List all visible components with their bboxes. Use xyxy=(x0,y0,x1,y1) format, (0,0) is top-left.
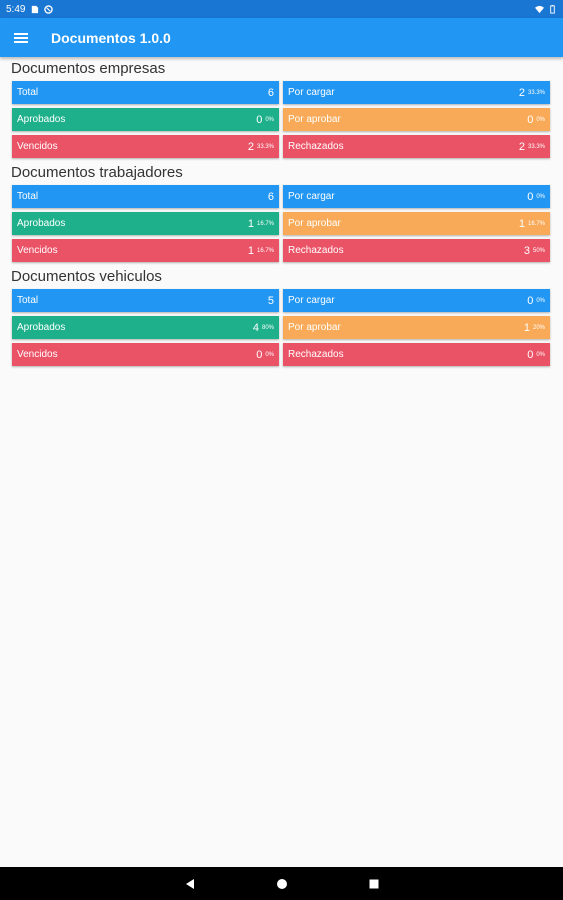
stat-percent: 33.3% xyxy=(527,143,545,150)
system-nav-bar xyxy=(0,867,563,900)
stat-count: 0 xyxy=(527,190,534,203)
section-vehiculos: Documentos vehiculos Total 5 Por cargar 0 0… xyxy=(0,265,563,366)
app-title: Documentos 1.0.0 xyxy=(51,29,171,46)
stat-percent: 0% xyxy=(265,351,274,358)
stat-count: 0 xyxy=(256,348,263,361)
stat-rechazados[interactable]: Rechazados 2 33.3% xyxy=(283,135,550,158)
nav-recents-button[interactable] xyxy=(367,877,381,891)
stat-vencidos[interactable]: Vencidos 2 33.3% xyxy=(12,135,279,158)
stat-rechazados[interactable]: Rechazados 3 50% xyxy=(283,239,550,262)
stat-percent: 0% xyxy=(536,116,545,123)
stat-total[interactable]: Total 6 xyxy=(12,185,279,208)
stat-label: Vencidos xyxy=(17,349,58,360)
stat-count: 1 xyxy=(523,321,530,334)
stat-por-aprobar[interactable]: Por aprobar 1 20% xyxy=(283,316,550,339)
stat-label: Total xyxy=(17,295,39,306)
stat-label: Aprobados xyxy=(17,218,66,229)
stat-label: Vencidos xyxy=(17,141,58,152)
stat-rechazados[interactable]: Rechazados 0 0% xyxy=(283,343,550,366)
section-empresas: Documentos empresas Total 6 Por cargar 2 33… xyxy=(0,57,563,158)
stat-count: 3 xyxy=(523,244,530,257)
status-time: 5:49 xyxy=(6,3,26,15)
stat-percent: 0% xyxy=(536,297,545,304)
stat-percent: 0% xyxy=(536,351,545,358)
stat-percent: 0% xyxy=(536,193,545,200)
stat-label: Rechazados xyxy=(288,141,344,152)
notification-icon xyxy=(44,4,54,14)
stat-vencidos[interactable]: Vencidos 1 16.7% xyxy=(12,239,279,262)
stat-por-cargar[interactable]: Por cargar 0 0% xyxy=(283,289,550,312)
sd-card-icon xyxy=(32,5,39,13)
recents-square-icon xyxy=(369,879,378,888)
back-triangle-icon xyxy=(185,878,194,889)
home-circle-icon xyxy=(276,878,287,889)
stat-por-cargar[interactable]: Por cargar 0 0% xyxy=(283,185,550,208)
stat-count: 0 xyxy=(527,113,534,126)
stat-percent: 0% xyxy=(265,116,274,123)
section-title: Documentos trabajadores xyxy=(11,164,183,181)
stat-label: Aprobados xyxy=(17,322,66,333)
menu-icon xyxy=(14,32,28,43)
menu-button[interactable] xyxy=(1,18,41,57)
stat-count: 4 xyxy=(252,321,259,334)
main-content: Documentos empresas Total 6 Por cargar 2 33… xyxy=(0,57,563,366)
stat-percent: 33.3% xyxy=(256,143,274,150)
stat-aprobados[interactable]: Aprobados 0 0% xyxy=(12,108,279,131)
stat-aprobados[interactable]: Aprobados 4 80% xyxy=(12,316,279,339)
stat-count: 2 xyxy=(518,86,525,99)
stat-por-cargar[interactable]: Por cargar 2 33.3% xyxy=(283,81,550,104)
stat-count: 2 xyxy=(247,140,254,153)
status-bar: 5:49 xyxy=(0,0,563,18)
stat-count: 1 xyxy=(247,217,254,230)
stat-label: Total xyxy=(17,191,39,202)
stat-percent: 80% xyxy=(261,324,274,331)
stat-percent: 20% xyxy=(532,324,545,331)
nav-back-button[interactable] xyxy=(183,877,197,891)
stat-vencidos[interactable]: Vencidos 0 0% xyxy=(12,343,279,366)
stat-percent: 16.7% xyxy=(256,247,274,254)
wifi-icon xyxy=(535,5,544,13)
stat-label: Por aprobar xyxy=(288,322,341,333)
stat-count: 0 xyxy=(527,348,534,361)
stat-percent: 16.7% xyxy=(256,220,274,227)
battery-icon xyxy=(550,4,555,14)
section-trabajadores: Documentos trabajadores Total 6 Por carga… xyxy=(0,161,563,262)
stat-por-aprobar[interactable]: Por aprobar 1 16.7% xyxy=(283,212,550,235)
app-bar: Documentos 1.0.0 xyxy=(0,18,563,57)
stat-label: Por cargar xyxy=(288,295,335,306)
stats-grid: Total 5 Por cargar 0 0% Aprobados 4 80% Por a… xyxy=(12,289,551,366)
stat-count: 6 xyxy=(267,86,274,99)
stat-label: Aprobados xyxy=(17,114,66,125)
section-title: Documentos vehiculos xyxy=(11,268,162,285)
stat-total[interactable]: Total 5 xyxy=(12,289,279,312)
stat-por-aprobar[interactable]: Por aprobar 0 0% xyxy=(283,108,550,131)
stat-label: Total xyxy=(17,87,39,98)
stats-grid: Total 6 Por cargar 0 0% Aprobados 1 16.7% Por… xyxy=(12,185,551,262)
stat-aprobados[interactable]: Aprobados 1 16.7% xyxy=(12,212,279,235)
stat-label: Por aprobar xyxy=(288,218,341,229)
section-title: Documentos empresas xyxy=(11,60,166,77)
stat-count: 5 xyxy=(267,294,274,307)
stat-percent: 50% xyxy=(532,247,545,254)
stat-label: Por aprobar xyxy=(288,114,341,125)
stat-percent: 16.7% xyxy=(527,220,545,227)
stat-label: Rechazados xyxy=(288,349,344,360)
stat-label: Vencidos xyxy=(17,245,58,256)
stat-count: 1 xyxy=(247,244,254,257)
stat-count: 6 xyxy=(267,190,274,203)
stat-total[interactable]: Total 6 xyxy=(12,81,279,104)
stat-label: Rechazados xyxy=(288,245,344,256)
stat-label: Por cargar xyxy=(288,191,335,202)
stat-percent: 33.3% xyxy=(527,89,545,96)
stat-count: 0 xyxy=(527,294,534,307)
stats-grid: Total 6 Por cargar 2 33.3% Aprobados 0 0% Por… xyxy=(12,81,551,158)
nav-home-button[interactable] xyxy=(275,877,289,891)
stat-count: 0 xyxy=(256,113,263,126)
stat-count: 1 xyxy=(518,217,525,230)
stat-label: Por cargar xyxy=(288,87,335,98)
stat-count: 2 xyxy=(518,140,525,153)
